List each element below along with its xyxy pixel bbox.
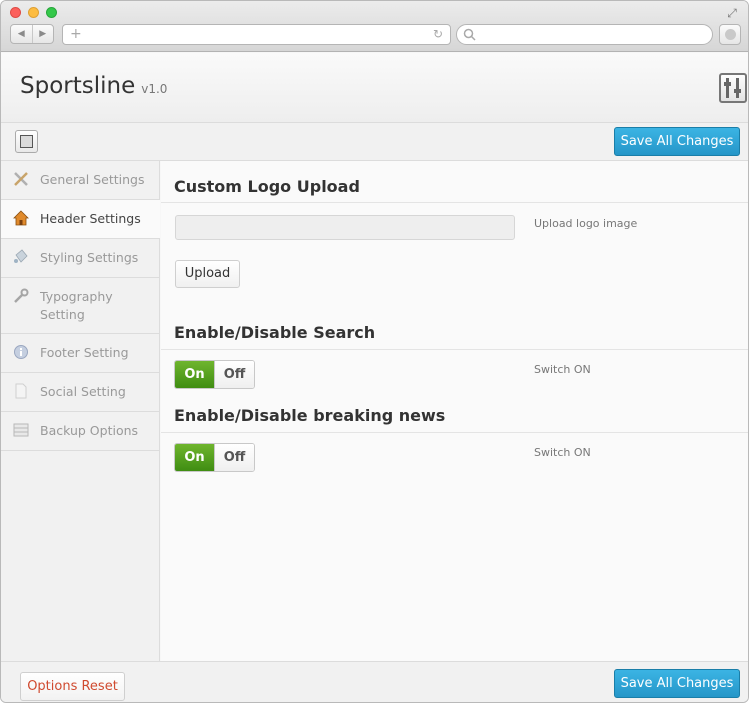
list-icon xyxy=(13,423,29,437)
wrench-icon xyxy=(14,288,29,303)
options-reset-button[interactable]: Options Reset xyxy=(20,672,125,701)
breaking-news-toggle-description: Switch ON xyxy=(534,446,591,459)
section-divider xyxy=(161,202,748,203)
breaking-news-off-option[interactable]: Off xyxy=(214,444,254,471)
fullscreen-icon[interactable]: ⤢ xyxy=(725,6,739,20)
settings-sidebar: General Settings Header Settings Styling… xyxy=(1,161,160,661)
forward-arrow-icon[interactable]: ▶ xyxy=(31,25,54,43)
sidebar-item-general-settings[interactable]: General Settings xyxy=(1,161,159,200)
info-icon xyxy=(14,345,28,359)
upload-button[interactable]: Upload xyxy=(175,260,240,288)
search-toggle-switch[interactable]: On Off xyxy=(174,360,255,389)
history-nav: ◀ ▶ xyxy=(10,24,54,44)
zoom-window-button[interactable] xyxy=(46,7,57,18)
sidebar-item-backup-options[interactable]: Backup Options xyxy=(1,412,159,451)
expand-toggle-button[interactable] xyxy=(15,130,38,153)
magnifier-icon xyxy=(463,28,476,41)
section-title-logo-upload: Custom Logo Upload xyxy=(174,177,360,196)
options-toolbar: Save All Changes xyxy=(1,123,748,161)
sidebar-item-label: General Settings xyxy=(40,172,145,187)
back-arrow-icon[interactable]: ◀ xyxy=(11,25,32,43)
sidebar-item-label: Styling Settings xyxy=(40,250,139,265)
save-all-changes-button-bottom[interactable]: Save All Changes xyxy=(614,669,740,698)
browser-search-input[interactable] xyxy=(456,24,713,45)
reload-icon[interactable]: ↻ xyxy=(433,26,443,43)
document-icon xyxy=(15,383,27,399)
breaking-news-on-option[interactable]: On xyxy=(175,444,214,471)
downloads-icon xyxy=(725,29,736,40)
plus-icon[interactable]: + xyxy=(70,26,82,43)
minimize-window-button[interactable] xyxy=(28,7,39,18)
search-toggle-description: Switch ON xyxy=(534,363,591,376)
logo-upload-description: Upload logo image xyxy=(534,217,638,230)
options-footer: Options Reset Save All Changes xyxy=(1,661,748,702)
browser-toolbar: ⤢ ◀ ▶ + ↻ xyxy=(1,1,748,52)
save-all-changes-button-top[interactable]: Save All Changes xyxy=(614,127,740,156)
section-title-breaking-news: Enable/Disable breaking news xyxy=(174,406,446,425)
close-window-button[interactable] xyxy=(10,7,21,18)
sidebar-item-label: Backup Options xyxy=(40,423,139,438)
home-icon xyxy=(13,210,29,226)
search-off-option[interactable]: Off xyxy=(214,361,254,388)
logo-url-field[interactable] xyxy=(175,215,515,240)
search-on-option[interactable]: On xyxy=(175,361,214,388)
sidebar-item-label: Footer Setting xyxy=(40,345,129,360)
browser-window: ⤢ ◀ ▶ + ↻ Sportsline v1.0 Save All Chang… xyxy=(0,0,749,703)
settings-content: Custom Logo Upload Upload logo image Upl… xyxy=(161,161,748,661)
sidebar-item-label: Typography Setting xyxy=(40,289,113,322)
address-bar[interactable]: + ↻ xyxy=(62,24,451,45)
sidebar-item-header-settings[interactable]: Header Settings xyxy=(1,200,160,239)
brand-title: Sportsline v1.0 xyxy=(20,73,167,99)
panel-header: Sportsline v1.0 xyxy=(1,53,748,123)
downloads-button[interactable] xyxy=(719,24,741,45)
section-title-search: Enable/Disable Search xyxy=(174,323,376,342)
breaking-news-toggle-switch[interactable]: On Off xyxy=(174,443,255,472)
sidebar-item-label: Social Setting xyxy=(40,384,126,399)
section-divider xyxy=(161,349,748,350)
sliders-icon xyxy=(724,78,741,98)
sidebar-item-social-setting[interactable]: Social Setting xyxy=(1,373,159,412)
sidebar-item-label: Header Settings xyxy=(40,211,141,226)
tools-icon xyxy=(14,172,28,186)
sidebar-item-styling-settings[interactable]: Styling Settings xyxy=(1,239,159,278)
brand-name: Sportsline xyxy=(20,73,136,99)
square-icon xyxy=(20,135,33,148)
tools-button[interactable] xyxy=(719,73,747,103)
sidebar-item-footer-setting[interactable]: Footer Setting xyxy=(1,334,159,373)
sidebar-item-typography-setting[interactable]: Typography Setting xyxy=(1,278,159,334)
brand-version: v1.0 xyxy=(141,82,168,96)
paint-bucket-icon xyxy=(14,249,28,263)
section-divider xyxy=(161,432,748,433)
